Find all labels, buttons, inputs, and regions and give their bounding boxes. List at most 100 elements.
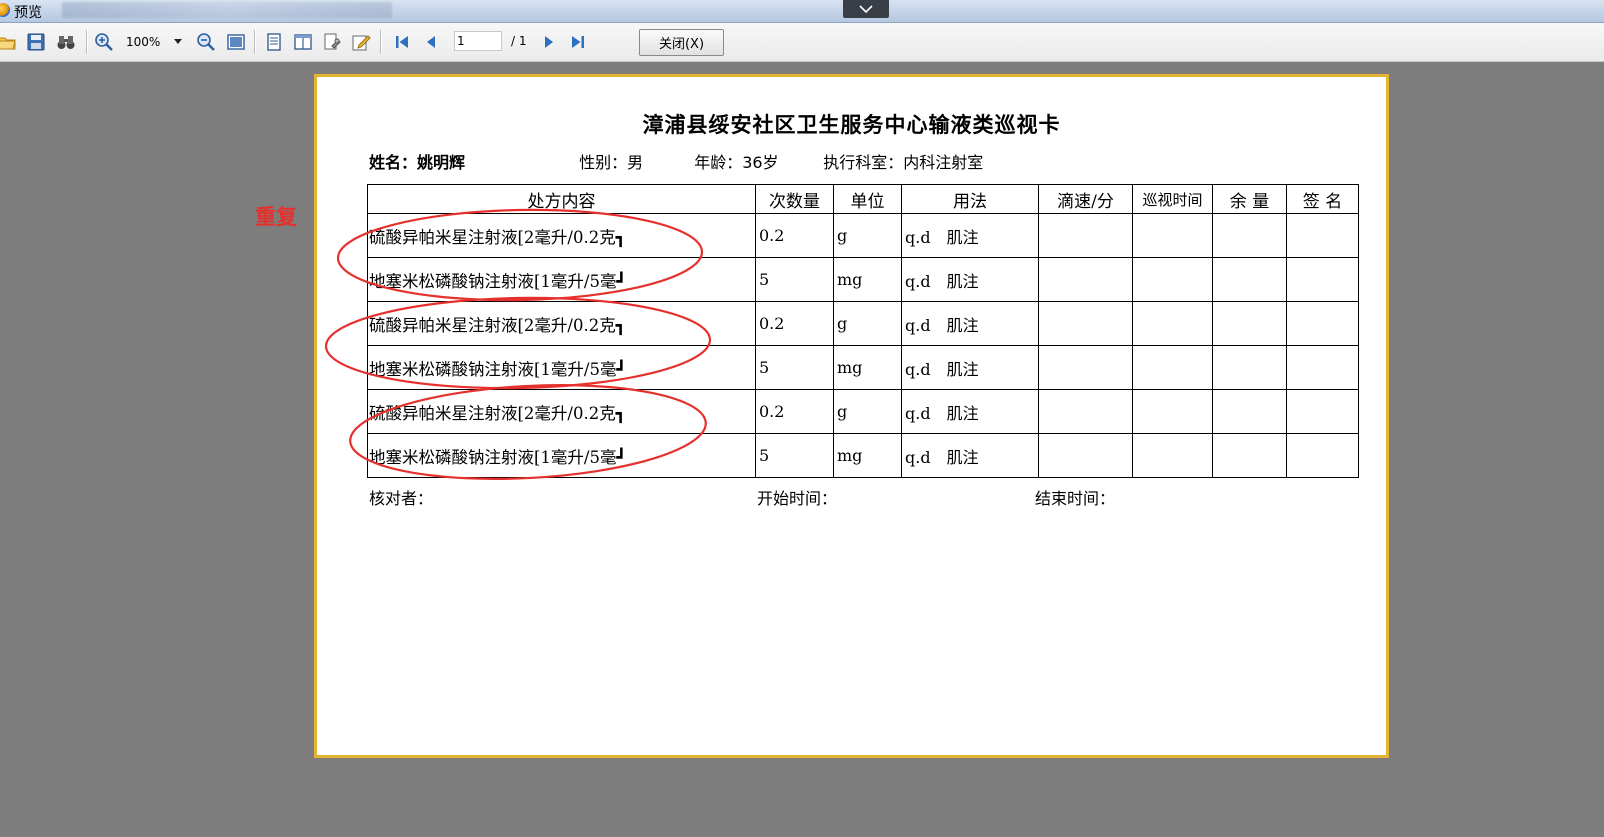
zoom-in-icon: [95, 33, 113, 51]
remaining-cell: [1212, 345, 1287, 390]
fit-page-icon: [227, 34, 245, 50]
column-header: 单位: [833, 184, 902, 214]
prev-page-icon: [427, 36, 435, 48]
multi-page-button[interactable]: [292, 31, 314, 53]
usage-cell: q.d 肌注: [901, 257, 1039, 302]
table-row: 硫酸异帕米星注射液[2毫升/0.2克┓ 0.2 g q.d 肌注: [367, 389, 1359, 434]
medication-cell: 硫酸异帕米星注射液[2毫升/0.2克┓: [367, 301, 756, 346]
page-total: / 1: [511, 34, 527, 48]
zoom-in-button[interactable]: [93, 31, 115, 53]
column-header: 签 名: [1286, 184, 1359, 214]
usage-cell: q.d 肌注: [901, 345, 1039, 390]
unit-cell: g: [833, 213, 902, 258]
patrol-time-cell: [1132, 345, 1213, 390]
signature-cell: [1286, 213, 1359, 258]
medication-cell: 地塞米松磷酸钠注射液[1毫升/5毫┛: [367, 433, 756, 478]
signature-cell: [1286, 301, 1359, 346]
toolbar-separator: [380, 30, 382, 54]
drip-rate-cell: [1038, 389, 1133, 434]
quantity-cell: 5: [755, 433, 834, 478]
page-number-input[interactable]: [454, 31, 502, 51]
table-row: 硫酸异帕米星注射液[2毫升/0.2克┓ 0.2 g q.d 肌注: [367, 301, 1359, 346]
unit-cell: mg: [833, 257, 902, 302]
quantity-cell: 0.2: [755, 213, 834, 258]
fit-page-button[interactable]: [225, 31, 247, 53]
unit-cell: g: [833, 301, 902, 346]
quantity-cell: 5: [755, 257, 834, 302]
unit-cell: mg: [833, 433, 902, 478]
usage-cell: q.d 肌注: [901, 301, 1039, 346]
quantity-cell: 0.2: [755, 389, 834, 434]
first-page-button[interactable]: [391, 31, 413, 53]
remaining-cell: [1212, 433, 1287, 478]
prescription-table: 处方内容 次数量 单位 用法 滴速/分 巡视时间 余 量 签 名 硫酸异帕米星注…: [367, 184, 1359, 478]
medication-cell: 地塞米松磷酸钠注射液[1毫升/5毫┛: [367, 257, 756, 302]
edit-button[interactable]: [350, 31, 372, 53]
zoom-value: 100%: [126, 35, 161, 49]
drip-rate-cell: [1038, 257, 1133, 302]
blurred-tab-strip: [62, 2, 392, 18]
find-button[interactable]: [55, 31, 77, 53]
end-time-label: 结束时间：: [1035, 489, 1116, 508]
page-setup-button[interactable]: [321, 31, 343, 53]
document-title: 漳浦县绥安社区卫生服务中心输液类巡视卡: [642, 112, 1061, 137]
first-page-icon: [396, 36, 408, 48]
edit-icon: [352, 35, 371, 51]
unit-cell: mg: [833, 345, 902, 390]
column-header: 余 量: [1212, 184, 1287, 214]
remaining-cell: [1212, 301, 1287, 346]
toolbar-separator: [86, 30, 88, 54]
open-button[interactable]: [0, 31, 18, 53]
column-header: 用法: [901, 184, 1039, 214]
single-page-button[interactable]: [263, 31, 285, 53]
patient-age: 年龄：36岁: [694, 153, 779, 172]
remaining-cell: [1212, 213, 1287, 258]
signature-cell: [1286, 345, 1359, 390]
last-page-button[interactable]: [567, 31, 589, 53]
table-row: 地塞米松磷酸钠注射液[1毫升/5毫┛ 5 mg q.d 肌注: [367, 433, 1359, 478]
table-header-row: 处方内容 次数量 单位 用法 滴速/分 巡视时间 余 量 签 名: [367, 184, 1359, 214]
next-page-icon: [545, 36, 553, 48]
next-page-button[interactable]: [538, 31, 560, 53]
zoom-out-icon: [197, 33, 215, 51]
toolbar-separator: [254, 30, 256, 54]
quantity-cell: 0.2: [755, 301, 834, 346]
collapse-button[interactable]: [843, 0, 889, 18]
dropdown-arrow-icon: [174, 39, 182, 44]
table-row: 地塞米松磷酸钠注射液[1毫升/5毫┛ 5 mg q.d 肌注: [367, 345, 1359, 390]
save-button[interactable]: [25, 31, 47, 53]
quantity-cell: 5: [755, 345, 834, 390]
close-button[interactable]: 关闭(X): [639, 29, 724, 56]
open-folder-icon: [0, 37, 16, 50]
signature-cell: [1286, 257, 1359, 302]
patrol-time-cell: [1132, 257, 1213, 302]
duplicate-annotation-label: 重复: [255, 205, 297, 229]
signature-cell: [1286, 433, 1359, 478]
zoom-select[interactable]: 100%: [126, 33, 184, 51]
window-titlebar: 预览: [0, 0, 1604, 23]
column-header: 次数量: [755, 184, 834, 214]
department: 执行科室：内科注射室: [823, 153, 984, 172]
unit-cell: g: [833, 389, 902, 434]
patrol-time-cell: [1132, 433, 1213, 478]
patrol-time-cell: [1132, 389, 1213, 434]
medication-cell: 地塞米松磷酸钠注射液[1毫升/5毫┛: [367, 345, 756, 390]
page-setup-icon: [324, 33, 341, 50]
app-icon: [0, 3, 10, 17]
table-row: 地塞米松磷酸钠注射液[1毫升/5毫┛ 5 mg q.d 肌注: [367, 257, 1359, 302]
usage-cell: q.d 肌注: [901, 213, 1039, 258]
patient-info: 姓名：姚明辉 性别：男 年龄：36岁 执行科室：内科注射室: [369, 149, 983, 173]
signature-cell: [1286, 389, 1359, 434]
checker-label: 核对者：: [369, 489, 434, 508]
prev-page-button[interactable]: [420, 31, 442, 53]
print-preview-page: 漳浦县绥安社区卫生服务中心输液类巡视卡 姓名：姚明辉 性别：男 年龄：36岁 执…: [314, 74, 1389, 758]
single-page-icon: [267, 33, 281, 51]
save-icon: [27, 33, 45, 51]
zoom-out-button[interactable]: [195, 31, 217, 53]
remaining-cell: [1212, 389, 1287, 434]
start-time-label: 开始时间：: [757, 489, 838, 508]
medication-cell: 硫酸异帕米星注射液[2毫升/0.2克┓: [367, 389, 756, 434]
preview-toolbar: 100% / 1 关闭(X): [0, 23, 1604, 62]
patrol-time-cell: [1132, 301, 1213, 346]
multi-page-icon: [294, 34, 312, 50]
